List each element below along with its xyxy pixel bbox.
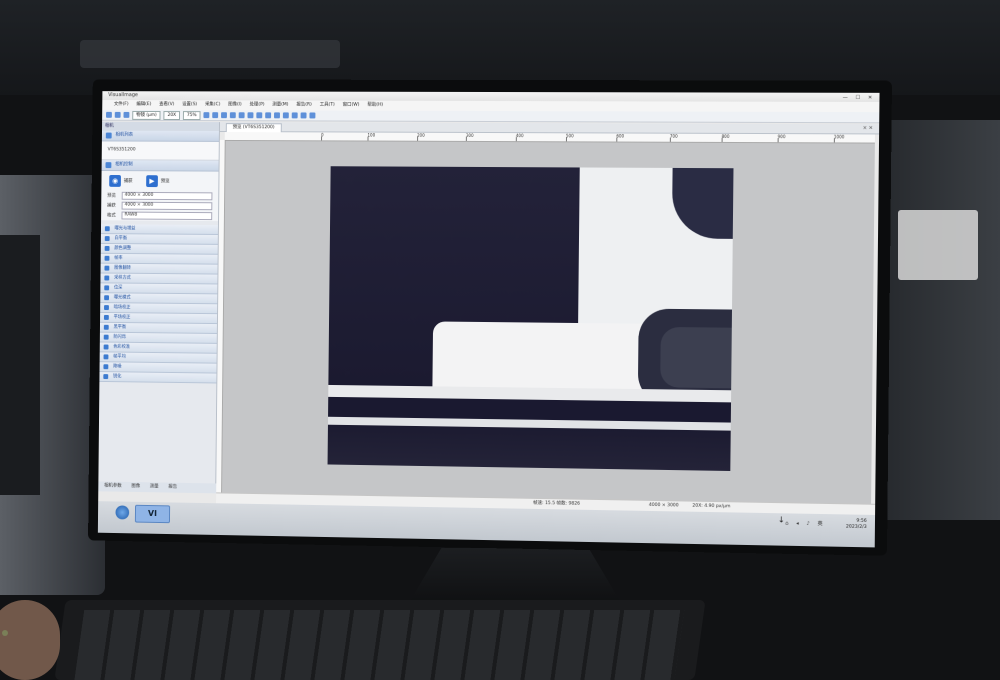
menu-edit[interactable]: 编辑(E)	[136, 100, 151, 110]
arc-tool-icon[interactable]	[256, 112, 263, 119]
background-shelf	[80, 40, 340, 68]
circle-tool-icon[interactable]	[238, 112, 245, 119]
tray-icons[interactable]: ⌂ ◂ ♪ 英	[785, 519, 826, 527]
menu-process[interactable]: 处理(P)	[249, 100, 265, 110]
setting-label: 预览	[107, 193, 116, 199]
setting-format: 格式 RAW8	[101, 210, 219, 222]
setting-select[interactable]: RAW8	[121, 211, 213, 221]
camera-list-item[interactable]: VT6S351200	[101, 141, 219, 161]
tab-measure[interactable]: 测量	[150, 482, 159, 492]
select-tool-icon[interactable]	[203, 112, 210, 119]
ruler-tick: 800	[721, 133, 730, 139]
scale-icon[interactable]	[300, 112, 307, 119]
tab-report[interactable]: 报告	[168, 483, 177, 493]
background-box	[898, 210, 978, 280]
ruler-tick: 200	[417, 132, 425, 138]
close-icon[interactable]: × ✕	[863, 125, 873, 131]
chart-icon[interactable]	[282, 112, 289, 119]
clock-date: 2023/2/3	[845, 524, 867, 531]
capture-label: 捕获	[123, 179, 133, 184]
menu-window[interactable]: 窗口(W)	[343, 101, 360, 111]
equipment-vent	[0, 235, 40, 495]
menu-view[interactable]: 查看(V)	[159, 100, 174, 110]
setting-label: 捕获	[107, 203, 116, 209]
ruler-tick: 900	[777, 134, 786, 140]
ruler-tick: 700	[669, 133, 678, 139]
clock[interactable]: 9:56 2023/2/3	[846, 518, 867, 531]
monitor: VisualImage — ☐ ✕ 文件(F) 编辑(E) 查看(V) 设置(S…	[88, 79, 893, 556]
resolution-readout: 4000 × 3000	[648, 502, 679, 509]
menu-tools[interactable]: 工具(T)	[320, 101, 335, 111]
ruler-tick: 500	[565, 133, 574, 139]
grid-icon[interactable]	[291, 112, 298, 119]
save-icon[interactable]	[114, 111, 121, 118]
ruler-tick: 1000	[833, 134, 845, 140]
setting-select[interactable]: 4000 × 3000	[121, 191, 213, 201]
ruler-tick: 100	[367, 132, 376, 138]
left-panel: 相机 相机列表 VT6S351200 相机控制 ◉ 捕获 ▶ 预览 预览 400…	[98, 121, 222, 494]
open-icon[interactable]	[106, 111, 112, 118]
tab-preview[interactable]: 预览 (VT6S351200)	[225, 123, 282, 133]
ruler-tick: 300	[465, 132, 474, 138]
operator-hand	[0, 600, 60, 680]
tool-item[interactable]: 锐化	[99, 372, 217, 384]
capture-button[interactable]: ◉ 捕获	[109, 174, 133, 187]
background-equipment-right	[880, 120, 1000, 520]
tab-image[interactable]: 图像	[131, 482, 140, 492]
menu-help[interactable]: 帮助(H)	[367, 101, 383, 111]
menu-image[interactable]: 图像(I)	[228, 100, 242, 110]
play-icon: ▶	[146, 175, 158, 188]
report-icon[interactable]	[309, 112, 316, 119]
taskbar-app[interactable]: VI	[134, 504, 171, 524]
setting-select[interactable]: 4000 × 3000	[121, 201, 213, 211]
rect-tool-icon[interactable]	[229, 112, 236, 119]
left-panel-header: 相机	[102, 121, 220, 132]
micrograph-image[interactable]	[327, 166, 734, 472]
polygon-tool-icon[interactable]	[247, 112, 254, 119]
menu-capture[interactable]: 采集(C)	[205, 100, 220, 110]
objective-select[interactable]: 物镜 (μm)	[132, 110, 161, 120]
scale-readout: 20X: 4.90 px/μm	[692, 503, 731, 510]
start-button[interactable]	[115, 505, 130, 520]
magnification-select[interactable]: 20X	[163, 110, 181, 120]
setting-label: 格式	[106, 213, 116, 219]
preview-button[interactable]: ▶ 预览	[146, 175, 170, 188]
menu-file[interactable]: 文件(F)	[114, 100, 129, 110]
menu-settings[interactable]: 设置(S)	[182, 100, 197, 110]
angle-tool-icon[interactable]	[221, 112, 228, 119]
menu-report[interactable]: 报告(R)	[296, 101, 312, 111]
tab-camera-params[interactable]: 相机参数	[104, 482, 122, 492]
zoom-select[interactable]: 75%	[182, 110, 201, 120]
text-tool-icon[interactable]	[265, 112, 272, 119]
ruler-tick: 400	[515, 133, 524, 139]
ruler-tick: 600	[616, 133, 625, 139]
camera-list-section[interactable]: 相机列表	[101, 130, 219, 142]
ruler-tick: 0	[321, 132, 324, 138]
menu-measure[interactable]: 测量(M)	[272, 100, 288, 110]
image-canvas[interactable]	[222, 140, 875, 505]
camera-icon: ◉	[109, 174, 121, 187]
screen: VisualImage — ☐ ✕ 文件(F) 编辑(E) 查看(V) 设置(S…	[97, 91, 880, 548]
download-icon[interactable]: ↓	[778, 515, 785, 524]
camera-control-section[interactable]: 相机控制	[101, 160, 219, 172]
line-tool-icon[interactable]	[212, 112, 219, 119]
keyboard	[54, 600, 706, 680]
substrate-layer	[327, 424, 731, 472]
preview-label: 预览	[160, 179, 170, 185]
capture-row: ◉ 捕获 ▶ 预览	[101, 171, 219, 192]
copy-icon[interactable]	[123, 111, 130, 118]
left-panel-tabs: 相机参数 图像 测量 报告	[98, 481, 222, 494]
keyboard-keys	[74, 610, 685, 680]
tool-list: 曝光与增益 白平衡 颜色调整 帧率 图像翻转 采样方式 位深 曝光模式 暗场校正…	[99, 224, 218, 384]
app-title: VisualImage	[108, 92, 138, 99]
arrow-tool-icon[interactable]	[274, 112, 280, 119]
input-language[interactable]: 英	[817, 521, 825, 527]
